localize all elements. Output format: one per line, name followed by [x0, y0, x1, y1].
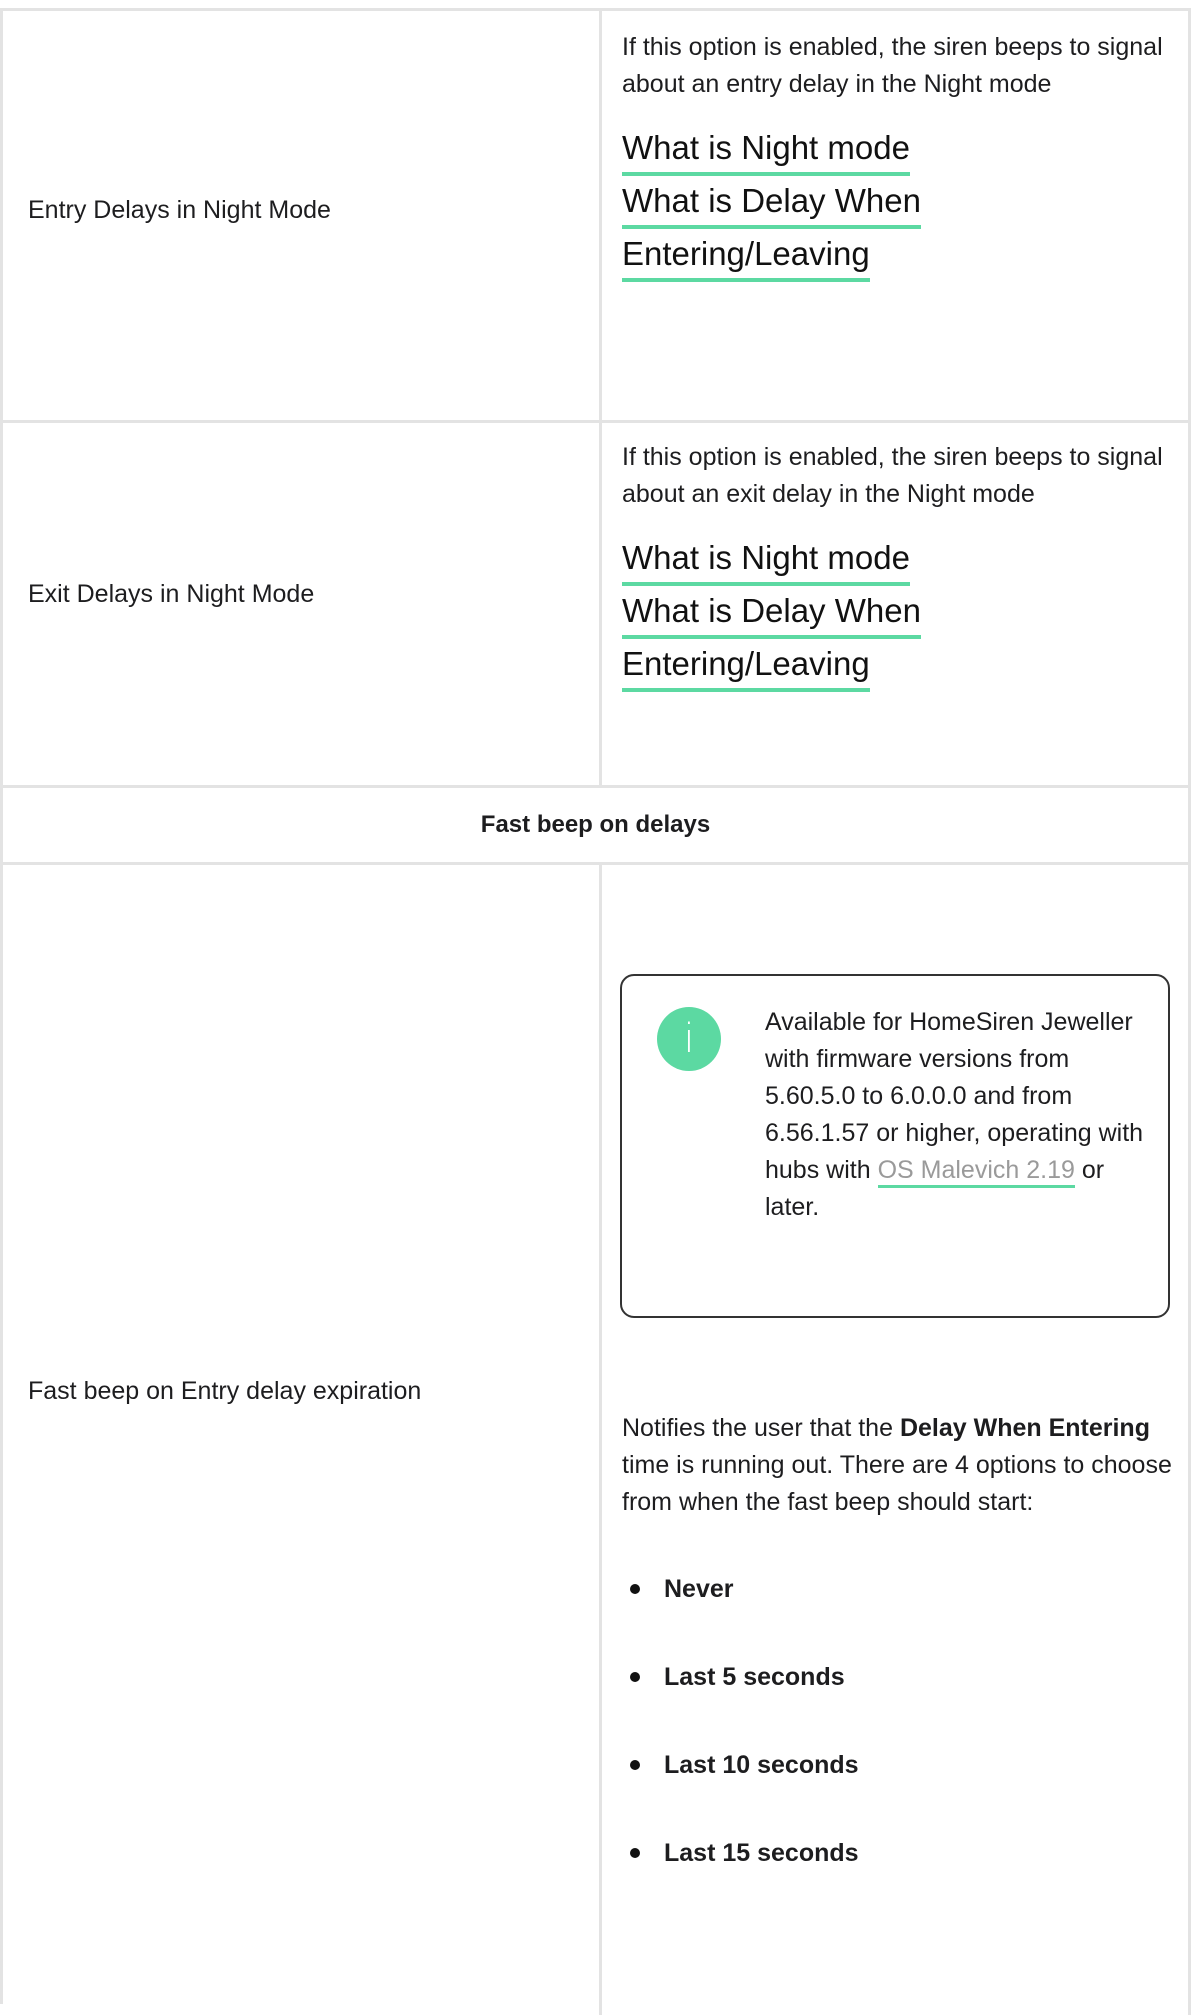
- list-item: Last 10 seconds: [622, 1747, 1172, 1835]
- table-row-entry-delays: Entry Delays in Night Mode If this optio…: [3, 11, 1191, 423]
- list-item: Last 5 seconds: [622, 1659, 1172, 1747]
- delay-link-line2[interactable]: Entering/Leaving: [622, 642, 870, 692]
- night-mode-link[interactable]: What is Night mode: [622, 126, 910, 176]
- row-label-cell: Entry Delays in Night Mode: [3, 11, 602, 420]
- table-row-fast-beep: Fast beep on Entry delay expiration i Av…: [3, 865, 1191, 2015]
- section-header: Fast beep on delays: [3, 788, 1191, 862]
- beep-options-list: Never Last 5 seconds Last 10 seconds Las…: [622, 1571, 1172, 1923]
- table-row-exit-delays: Exit Delays in Night Mode If this option…: [3, 423, 1191, 788]
- info-icon: i: [657, 1007, 721, 1071]
- fast-beep-description: Notifies the user that the Delay When En…: [622, 1414, 1172, 1516]
- os-malevich-link[interactable]: OS Malevich 2.19: [877, 1156, 1075, 1188]
- row-label-cell: Fast beep on Entry delay expiration: [3, 865, 602, 2015]
- info-callout: i Available for HomeSiren Jeweller with …: [620, 974, 1170, 1318]
- delay-link-line1[interactable]: What is Delay When: [622, 179, 921, 229]
- row-label-cell: Exit Delays in Night Mode: [3, 423, 602, 785]
- fast-beep-description-block: Notifies the user that the Delay When En…: [622, 1410, 1172, 1923]
- row-label: Entry Delays in Night Mode: [28, 196, 331, 224]
- row-description-cell: If this option is enabled, the siren bee…: [602, 11, 1191, 420]
- row-links: What is Night mode What is Delay When En…: [622, 126, 1168, 285]
- row-label: Fast beep on Entry delay expiration: [28, 1376, 422, 1405]
- row-description: If this option is enabled, the siren bee…: [622, 443, 1163, 508]
- night-mode-link[interactable]: What is Night mode: [622, 536, 910, 586]
- delay-link-line1[interactable]: What is Delay When: [622, 589, 921, 639]
- settings-table: Entry Delays in Night Mode If this optio…: [0, 8, 1191, 2015]
- info-text: Available for HomeSiren Jeweller with fi…: [765, 1008, 1144, 1221]
- row-description: If this option is enabled, the siren bee…: [622, 33, 1163, 98]
- list-item: Never: [622, 1571, 1172, 1659]
- delay-link-line2[interactable]: Entering/Leaving: [622, 232, 870, 282]
- list-item: Last 15 seconds: [622, 1835, 1172, 1923]
- row-links: What is Night mode What is Delay When En…: [622, 536, 1168, 695]
- row-label: Exit Delays in Night Mode: [28, 579, 315, 608]
- section-header-row: Fast beep on delays: [3, 788, 1191, 865]
- row-description-cell: If this option is enabled, the siren bee…: [602, 423, 1191, 785]
